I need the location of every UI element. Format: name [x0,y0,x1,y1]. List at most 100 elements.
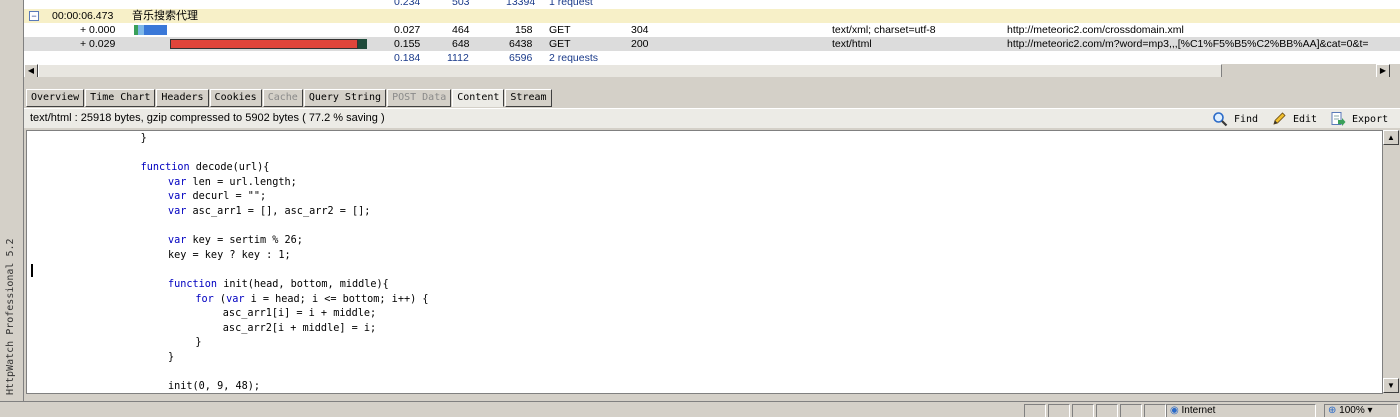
tab-overview[interactable]: Overview [26,89,85,107]
code-text: } [168,352,175,363]
code-text: } [195,337,202,349]
code-keyword: var [168,206,187,217]
summary-sent: 1112 [447,52,469,63]
request-sent: 648 [452,38,470,50]
request-offset: + 0.029 [80,38,116,50]
code-keyword: for [195,293,214,305]
scroll-right-icon[interactable]: ▶ [1376,64,1390,78]
code-text: asc_arr1 = [], asc_arr2 = []; [186,206,371,217]
status-pane [1072,404,1094,417]
code-text: init(head, bottom, middle){ [217,279,389,290]
code-line: var len = url.length; [168,176,297,191]
content-code-view[interactable]: } function decode(url){var len = url.leng… [26,130,1382,394]
code-keyword: function [168,279,218,290]
code-text: } [140,133,147,144]
scroll-up-icon[interactable]: ▲ [1383,130,1399,145]
request-sent: 464 [452,24,470,36]
content-info-bar: text/html : 25918 bytes, gzip compressed… [24,108,1400,128]
status-bar: ◉ Internet ⊕ 100% ▾ [0,401,1400,417]
tab-stream[interactable]: Stream [505,89,552,107]
code-text: init(0, 9, 48); [168,381,261,393]
magnifier-icon [1213,112,1228,127]
code-text: asc_arr1[i] = i + middle; [222,308,377,320]
code-line: function decode(url){ [141,161,270,176]
code-line: function init(head, bottom, middle){ [168,278,389,293]
code-text: len = url.length; [186,176,297,188]
content-vertical-scrollbar[interactable]: ▲ ▼ [1382,130,1399,394]
request-method: GET [549,24,571,36]
prev-summary-received: 13394 [506,0,536,8]
tab-cookies[interactable]: Cookies [209,89,262,107]
code-text: asc_arr2[i + middle] = i; [222,322,377,334]
request-time: 0.155 [394,38,421,50]
code-line: } [141,132,147,147]
group-timestamp: 00:00:06.473 [52,10,114,22]
request-type: text/xml; charset=utf-8 [832,24,936,36]
collapse-icon[interactable]: − [29,11,39,21]
code-line: asc_arr2[i + middle] = i; [223,322,376,337]
code-text: ( [213,293,227,305]
globe-icon: ◉ [1170,405,1179,416]
zone-label: Internet [1181,405,1216,416]
scroll-thumb[interactable] [38,64,1222,78]
pencil-icon [1273,112,1286,125]
export-label: Export [1352,113,1389,125]
request-time: 0.027 [394,24,421,36]
find-button[interactable]: Find [1212,111,1258,127]
code-line: var key = sertim % 26; [168,234,303,249]
zoom-control[interactable]: ⊕ 100% ▾ [1324,404,1398,417]
tab-cache[interactable]: Cache [262,89,303,107]
summary-time: 0.184 [394,52,421,63]
export-icon [1331,112,1346,126]
zoom-label: 100% [1339,405,1365,416]
status-pane [1096,404,1118,417]
code-line: var asc_arr1 = [], asc_arr2 = []; [168,205,370,220]
tab-post-data[interactable]: POST Data [387,89,452,107]
edit-label: Edit [1293,113,1318,125]
content-info-text: text/html : 25918 bytes, gzip compressed… [30,112,385,124]
request-row-selected[interactable]: + 0.029 0.155 648 6438 GET 200 text/html… [24,37,1400,51]
code-keyword: var [168,235,187,247]
edit-button[interactable]: Edit [1271,111,1317,127]
status-pane [1024,404,1046,417]
code-text: key = key ? key : 1; [168,249,291,261]
tab-headers[interactable]: Headers [156,89,209,107]
text-cursor [31,264,33,277]
tab-query-string[interactable]: Query String [303,89,387,107]
zone-indicator: ◉ Internet [1166,404,1316,417]
code-text: key = sertim % 26; [186,235,303,247]
code-text: decurl = ""; [186,191,267,203]
request-received: 6438 [509,38,533,50]
status-pane [1144,404,1166,417]
export-button[interactable]: Export [1330,111,1388,127]
prev-summary-sent: 503 [452,0,470,8]
request-url: http://meteoric2.com/m?word=mp3,,,[%C1%F… [1007,38,1369,50]
summary-count: 2 requests [549,52,599,63]
page-group-row[interactable]: − 00:00:06.473 音乐搜索代理 [24,9,1400,23]
request-url: http://meteoric2.com/crossdomain.xml [1007,24,1184,36]
request-row[interactable]: + 0.000 0.027 464 158 GET 304 text/xml; … [24,23,1400,37]
status-pane [1048,404,1070,417]
page-summary-row: 0.184 1112 6596 2 requests [24,51,1400,63]
request-grid: 0.234 503 13394 1 request − 00:00:06.473… [24,0,1400,63]
tab-content[interactable]: Content [452,89,505,107]
prev-summary-count: 1 request [549,0,593,8]
request-result: 200 [631,38,649,50]
grid-horizontal-scrollbar[interactable]: ◀ ▶ [24,63,1400,78]
chevron-down-icon: ▾ [1367,405,1373,416]
group-title: 音乐搜索代理 [132,10,198,22]
scroll-left-icon[interactable]: ◀ [24,64,38,78]
timing-bar-receive [144,25,167,35]
status-pane [1120,404,1142,417]
vertical-title-wrapper: HttpWatch Professional 5.2 [4,235,18,395]
pane-splitter[interactable] [24,77,1400,89]
tab-time-chart[interactable]: Time Chart [85,89,156,107]
find-label: Find [1234,113,1259,125]
scroll-down-icon[interactable]: ▼ [1383,378,1399,393]
code-line: asc_arr1[i] = i + middle; [223,307,376,322]
request-type: text/html [832,38,872,50]
request-offset: + 0.000 [80,24,116,36]
code-line: for (var i = head; i <= bottom; i++) { [195,293,428,308]
code-line: init(0, 9, 48); [168,380,261,393]
code-keyword: var [168,176,187,188]
